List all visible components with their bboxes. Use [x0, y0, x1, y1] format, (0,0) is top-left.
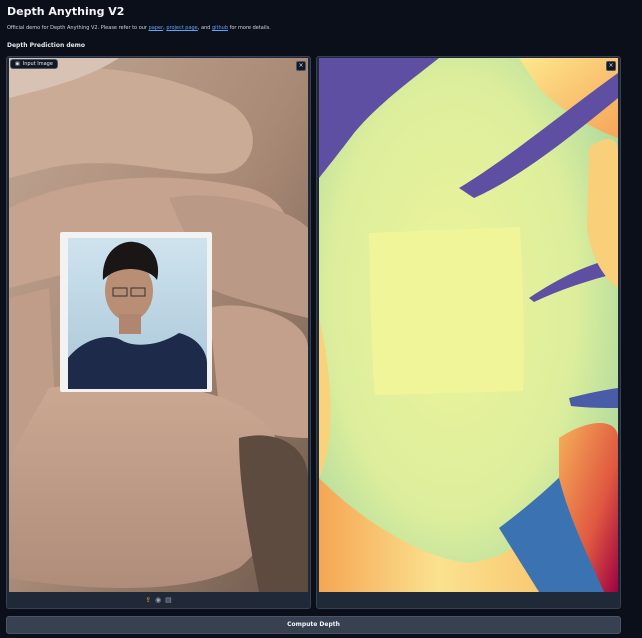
webcam-icon[interactable]: ◉	[155, 596, 161, 604]
depth-map	[319, 58, 618, 592]
description-prefix: Official demo for Depth Anything V2. Ple…	[7, 25, 149, 31]
image-icon: ▣	[15, 61, 20, 67]
upload-icon[interactable]: ⇪	[145, 596, 151, 604]
input-image-panel[interactable]: ▣ Input Image × ⇪ ◉ ▤	[6, 56, 311, 609]
compute-depth-button[interactable]: Compute Depth	[6, 616, 621, 634]
clipboard-icon[interactable]: ▤	[165, 596, 172, 604]
input-photo	[9, 58, 308, 592]
depth-map-image	[319, 58, 618, 592]
project-page-link[interactable]: project page	[166, 25, 197, 31]
input-toolbar: ⇪ ◉ ▤	[7, 595, 310, 605]
input-image[interactable]	[9, 58, 308, 592]
section-title: Depth Prediction demo	[7, 42, 86, 49]
paper-link[interactable]: paper	[149, 25, 164, 31]
clear-output-button[interactable]: ×	[606, 61, 616, 71]
github-link[interactable]: github	[212, 25, 228, 31]
input-image-label: ▣ Input Image	[10, 59, 58, 69]
description-separator: , and	[197, 25, 212, 31]
input-image-label-text: Input Image	[22, 61, 53, 67]
page-description: Official demo for Depth Anything V2. Ple…	[7, 25, 271, 31]
clear-input-button[interactable]: ×	[296, 61, 306, 71]
depth-output-panel: ×	[316, 56, 621, 609]
page-title: Depth Anything V2	[7, 5, 125, 18]
description-suffix: for more details.	[228, 25, 271, 31]
